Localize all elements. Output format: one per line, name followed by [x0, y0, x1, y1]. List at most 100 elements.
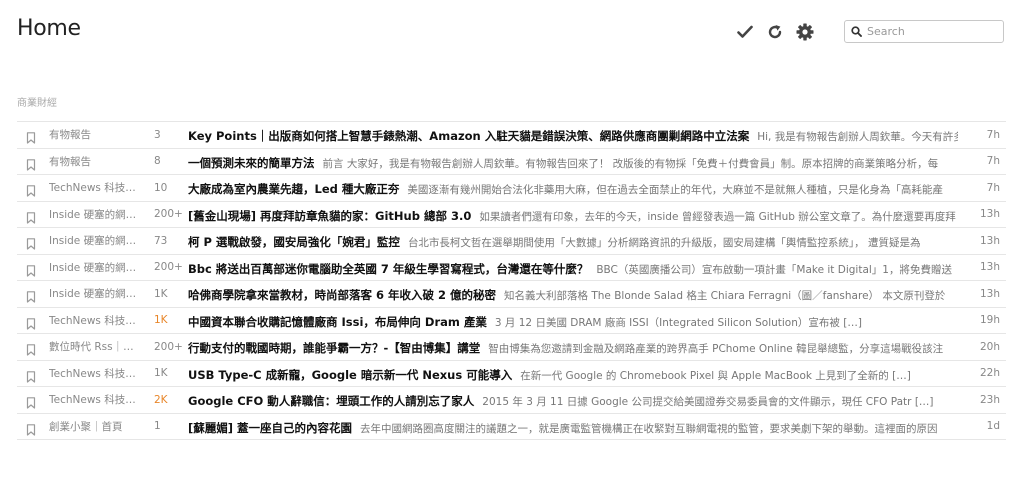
- article-age: 13h: [979, 287, 1000, 300]
- article-row[interactable]: TechNews 科技… 10 大廠成為室內農業先趨，Led 種大廠正夯 美國逐漸有幾…: [17, 175, 1006, 202]
- bookmark-icon[interactable]: [26, 368, 36, 383]
- refresh-icon[interactable]: [765, 22, 785, 42]
- article-row[interactable]: TechNews 科技… 1K 中國資本聯合收購記憶體廠商 Issi，布局伸向 Dr…: [17, 308, 1006, 334]
- article-text[interactable]: Google CFO 動人辭職信：埋頭工作的人請別忘了家人 2015 年 3 月 …: [188, 390, 958, 409]
- article-snippet: 美國逐漸有幾州開始合法化非藥用大麻，但在過去全面禁止的年代，大麻並不是就無人種植…: [407, 184, 943, 197]
- article-text[interactable]: 哈佛商學院拿來當教材，時尚部落客 6 年收入破 2 億的秘密 知名義大利部落格 T…: [188, 284, 958, 303]
- article-text[interactable]: 一個預測未來的簡單方法 前言 大家好，我是有物報告創辦人周欽華。有物報告回來了！ …: [188, 152, 958, 171]
- article-text[interactable]: [蘇麗媚] 蓋一座自己的內容花園 去年中國網路圈高度關注的議題之一，就是廣電監管機…: [188, 417, 958, 436]
- engagement-count: 1K: [154, 314, 168, 327]
- article-source[interactable]: Inside 硬塞的網…: [49, 260, 141, 275]
- article-row[interactable]: 有物報告 3 Key Points｜出版商如何搭上智慧手錶熱潮、Amazon 入駐天…: [17, 122, 1006, 149]
- engagement-count: 200+: [154, 340, 183, 353]
- gear-icon[interactable]: [795, 22, 815, 42]
- article-snippet: 前言 大家好，我是有物報告創辦人周欽華。有物報告回來了！ 改版後的有物採「免費＋…: [322, 157, 939, 170]
- article-snippet: Hi, 我是有物報告創辦人周欽華。今天有許多: [757, 131, 958, 144]
- article-age: 13h: [979, 208, 1000, 221]
- bookmark-icon[interactable]: [26, 341, 36, 356]
- top-bar: Home: [0, 0, 1024, 60]
- article-title[interactable]: 行動支付的戰國時期，誰能爭霸一方？-【智由博集】講堂: [188, 341, 480, 355]
- bookmark-icon[interactable]: [26, 182, 36, 197]
- article-snippet: BBC（英國廣播公司）宣布啟動一項計畫「Make it Digital」1，將免…: [596, 263, 952, 276]
- article-source[interactable]: 有物報告: [49, 127, 141, 142]
- article-age: 19h: [979, 314, 1000, 327]
- article-row[interactable]: Inside 硬塞的網… 200+ [舊金山現場] 再度拜訪章魚貓的家：GitHub…: [17, 202, 1006, 228]
- article-snippet: 3 月 12 日美國 DRAM 廠商 ISSI（Integrated Silic…: [494, 316, 862, 329]
- article-snippet: 去年中國網路圈高度關注的議題之一，就是廣電監管機構正在收緊對互聯網電視的監管，要…: [360, 422, 938, 435]
- article-row[interactable]: TechNews 科技… 1K USB Type-C 成新寵，Google 暗示新一…: [17, 361, 1006, 387]
- bookmark-icon[interactable]: [26, 394, 36, 409]
- article-row[interactable]: 創業小聚｜首頁 1 [蘇麗媚] 蓋一座自己的內容花園 去年中國網路圈高度關注的議題之一…: [17, 414, 1006, 440]
- bookmark-icon[interactable]: [26, 209, 36, 224]
- page-title: Home: [17, 16, 81, 41]
- article-title[interactable]: [蘇麗媚] 蓋一座自己的內容花園: [188, 421, 352, 435]
- article-row[interactable]: Inside 硬塞的網… 73 柯 P 選戰啟發，國安局強化「婉君」監控 台北市長柯文…: [17, 228, 1006, 255]
- article-snippet: 知名義大利部落格 The Blonde Salad 格主 Chiara Ferr…: [504, 290, 946, 303]
- article-row[interactable]: Inside 硬塞的網… 200+ Bbc 將送出百萬部迷你電腦助全英國 7 年級生…: [17, 255, 1006, 281]
- article-row[interactable]: TechNews 科技… 2K Google CFO 動人辭職信：埋頭工作的人請別忘…: [17, 387, 1006, 414]
- article-text[interactable]: 中國資本聯合收購記憶體廠商 Issi，布局伸向 Dram 產業 3 月 12 日美…: [188, 311, 958, 330]
- bookmark-icon[interactable]: [26, 129, 36, 144]
- article-title[interactable]: 哈佛商學院拿來當教材，時尚部落客 6 年收入破 2 億的秘密: [188, 288, 496, 302]
- article-source[interactable]: TechNews 科技…: [49, 392, 141, 407]
- article-text[interactable]: Key Points｜出版商如何搭上智慧手錶熱潮、Amazon 入駐天貓是錯誤決…: [188, 125, 958, 144]
- article-title[interactable]: [舊金山現場] 再度拜訪章魚貓的家：GitHub 總部 3.0: [188, 209, 471, 223]
- search-box[interactable]: [844, 20, 1004, 43]
- article-text[interactable]: USB Type-C 成新寵，Google 暗示新一代 Nexus 可能導入 在新…: [188, 364, 958, 383]
- bookmark-icon[interactable]: [26, 235, 36, 250]
- bookmark-icon[interactable]: [26, 262, 36, 277]
- article-source[interactable]: 創業小聚｜首頁: [49, 419, 141, 434]
- engagement-count: 2K: [154, 393, 168, 406]
- engagement-count: 8: [154, 155, 161, 168]
- article-source[interactable]: Inside 硬塞的網…: [49, 233, 141, 248]
- article-source[interactable]: TechNews 科技…: [49, 313, 141, 328]
- article-age: 7h: [986, 155, 1000, 168]
- article-title[interactable]: 中國資本聯合收購記憶體廠商 Issi，布局伸向 Dram 產業: [188, 315, 487, 329]
- article-source[interactable]: TechNews 科技…: [49, 180, 141, 195]
- article-text[interactable]: 柯 P 選戰啟發，國安局強化「婉君」監控 台北市長柯文哲在選舉期間使用「大數據」分…: [188, 231, 958, 250]
- article-text[interactable]: [舊金山現場] 再度拜訪章魚貓的家：GitHub 總部 3.0 如果讀者們還有印象…: [188, 205, 958, 224]
- bookmark-icon[interactable]: [26, 288, 36, 303]
- checkmark-icon[interactable]: [735, 22, 755, 42]
- article-title[interactable]: USB Type-C 成新寵，Google 暗示新一代 Nexus 可能導入: [188, 368, 512, 382]
- article-title[interactable]: 柯 P 選戰啟發，國安局強化「婉君」監控: [188, 235, 400, 249]
- article-source[interactable]: Inside 硬塞的網…: [49, 207, 141, 222]
- article-age: 13h: [979, 261, 1000, 274]
- article-source[interactable]: Inside 硬塞的網…: [49, 286, 141, 301]
- engagement-count: 10: [154, 181, 168, 194]
- article-title[interactable]: Google CFO 動人辭職信：埋頭工作的人請別忘了家人: [188, 394, 474, 408]
- engagement-count: 1K: [154, 367, 168, 380]
- article-title[interactable]: 一個預測未來的簡單方法: [188, 156, 315, 170]
- article-age: 20h: [979, 340, 1000, 353]
- article-title[interactable]: Bbc 將送出百萬部迷你電腦助全英國 7 年級生學習寫程式，台灣還在等什麼？: [188, 262, 588, 276]
- article-text[interactable]: 行動支付的戰國時期，誰能爭霸一方？-【智由博集】講堂 智由博集為您邀請到金融及網路…: [188, 337, 958, 356]
- article-age: 7h: [986, 128, 1000, 141]
- engagement-count: 200+: [154, 261, 183, 274]
- article-age: 22h: [979, 367, 1000, 380]
- toolbar: [735, 22, 815, 42]
- bookmark-icon[interactable]: [26, 315, 36, 330]
- bookmark-icon[interactable]: [26, 421, 36, 436]
- article-row[interactable]: 有物報告 8 一個預測未來的簡單方法 前言 大家好，我是有物報告創辦人周欽華。有物報告…: [17, 149, 1006, 175]
- article-snippet: 台北市長柯文哲在選舉期間使用「大數據」分析網路資訊的升級版，國安局建構「輿情監控…: [407, 237, 921, 250]
- article-snippet: 在新一代 Google 的 Chromebook Pixel 與 Apple M…: [520, 369, 911, 382]
- engagement-count: 73: [154, 234, 168, 247]
- article-snippet: 如果讀者們還有印象，去年的今天，inside 曾經發表過一篇 GitHub 辦公…: [479, 210, 956, 223]
- article-row[interactable]: Inside 硬塞的網… 1K 哈佛商學院拿來當教材，時尚部落客 6 年收入破 2 …: [17, 281, 1006, 308]
- engagement-count: 1K: [154, 287, 168, 300]
- article-text[interactable]: Bbc 將送出百萬部迷你電腦助全英國 7 年級生學習寫程式，台灣還在等什麼？ BB…: [188, 258, 958, 277]
- search-input[interactable]: [867, 22, 997, 41]
- article-source[interactable]: 有物報告: [49, 154, 141, 169]
- article-source[interactable]: TechNews 科技…: [49, 366, 141, 381]
- article-age: 1d: [986, 420, 1000, 433]
- article-row[interactable]: 數位時代 Rss｜… 200+ 行動支付的戰國時期，誰能爭霸一方？-【智由博集】講堂…: [17, 334, 1006, 361]
- search-icon: [845, 21, 867, 42]
- engagement-count: 200+: [154, 208, 183, 221]
- bookmark-icon[interactable]: [26, 156, 36, 171]
- article-text[interactable]: 大廠成為室內農業先趨，Led 種大廠正夯 美國逐漸有幾州開始合法化非藥用大麻，但在…: [188, 178, 958, 197]
- article-source[interactable]: 數位時代 Rss｜…: [49, 339, 141, 354]
- article-title[interactable]: Key Points｜出版商如何搭上智慧手錶熱潮、Amazon 入駐天貓是錯誤決…: [188, 129, 749, 143]
- article-list: 有物報告 3 Key Points｜出版商如何搭上智慧手錶熱潮、Amazon 入駐天…: [17, 121, 1006, 440]
- article-snippet: 2015 年 3 月 11 日據 Google 公司提交給美國證券交易委員會的文…: [482, 396, 934, 409]
- article-title[interactable]: 大廠成為室內農業先趨，Led 種大廠正夯: [188, 182, 399, 196]
